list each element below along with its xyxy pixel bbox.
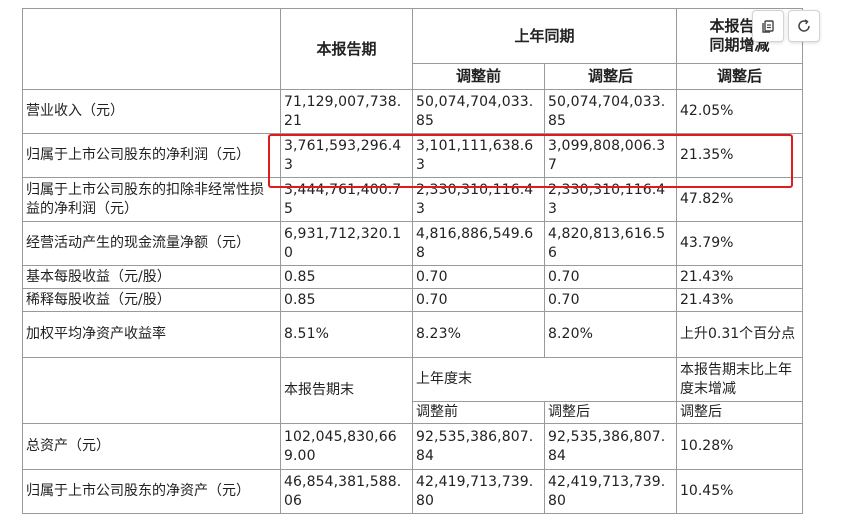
header-current-period: 本报告期	[280, 8, 413, 90]
header-empty-cell	[22, 357, 281, 424]
cell-before: 3,101,111,638.63	[412, 133, 545, 178]
cell-after: 42,419,713,739.80	[543, 469, 678, 514]
table-row: 稀释每股收益（元/股） 0.85 0.70 0.70 21.43%	[22, 288, 804, 312]
row-label: 基本每股收益（元/股）	[22, 265, 281, 289]
cell-current: 3,444,761,400.75	[280, 177, 413, 222]
cell-after: 2,330,310,116.43	[543, 177, 678, 222]
cell-current: 102,045,830,669.00	[280, 423, 413, 470]
header-adjusted: 调整后	[676, 401, 804, 424]
floating-toolbar	[752, 10, 820, 42]
cell-current: 6,931,712,320.10	[280, 221, 413, 266]
header-adjusted: 调整后	[676, 63, 804, 90]
cell-current: 0.85	[280, 265, 413, 289]
cell-change: 10.45%	[676, 469, 804, 514]
header-before-adjustment: 调整前	[412, 63, 545, 90]
header-before-adjustment: 调整前	[412, 401, 545, 424]
cell-after: 50,074,704,033.85	[543, 89, 678, 134]
cell-change: 42.05%	[676, 89, 804, 134]
row-label: 归属于上市公司股东的净资产（元）	[22, 469, 281, 514]
copy-icon	[762, 20, 774, 33]
table-row: 营业收入（元） 71,129,007,738.21 50,074,704,033…	[22, 89, 804, 134]
cell-change: 21.43%	[676, 288, 804, 312]
table-row: 加权平均净资产收益率 8.51% 8.23% 8.20% 上升0.31个百分点	[22, 311, 804, 358]
row-label: 加权平均净资产收益率	[22, 311, 281, 358]
cell-after: 92,535,386,807.84	[543, 423, 678, 470]
cell-change: 10.28%	[676, 423, 804, 470]
refresh-button[interactable]	[788, 10, 820, 42]
header-change-vs-year-end: 本报告期末比上年度末增减	[676, 357, 804, 402]
cell-after: 0.70	[543, 288, 678, 312]
copy-button[interactable]	[752, 10, 784, 42]
cell-before: 0.70	[412, 265, 545, 289]
row-label: 营业收入（元）	[22, 89, 281, 134]
cell-change: 43.79%	[676, 221, 804, 266]
row-label: 经营活动产生的现金流量净额（元）	[22, 221, 281, 266]
refresh-icon	[798, 19, 810, 32]
table-row: 总资产（元） 102,045,830,669.00 92,535,386,807…	[22, 423, 804, 470]
cell-current: 0.85	[280, 288, 413, 312]
row-label: 归属于上市公司股东的净利润（元）	[22, 133, 281, 178]
cell-change: 21.35%	[676, 133, 804, 178]
cell-after: 8.20%	[543, 311, 678, 358]
header-period-end: 本报告期末	[280, 357, 413, 424]
header-row-1: 本报告期 上年同期 本报告期 同期增减	[22, 8, 804, 90]
cell-before: 92,535,386,807.84	[412, 423, 545, 470]
cell-after: 4,820,813,616.56	[543, 221, 678, 266]
table-row: 经营活动产生的现金流量净额（元） 6,931,712,320.10 4,816,…	[22, 221, 804, 266]
cell-change: 47.82%	[676, 177, 804, 222]
cell-current: 3,761,593,296.43	[280, 133, 413, 178]
cell-current: 71,129,007,738.21	[280, 89, 413, 134]
row-label: 总资产（元）	[22, 423, 281, 470]
table-row: 基本每股收益（元/股） 0.85 0.70 0.70 21.43%	[22, 265, 804, 289]
header-prior-year-same-period: 上年同期	[411, 8, 678, 64]
header-row-3: 本报告期末 上年度末 本报告期末比上年度末增减	[22, 357, 804, 424]
cell-current: 46,854,381,588.06	[280, 469, 413, 514]
cell-before: 8.23%	[412, 311, 545, 358]
cell-after: 0.70	[543, 265, 678, 289]
cell-before: 50,074,704,033.85	[412, 89, 545, 134]
cell-current: 8.51%	[280, 311, 413, 358]
cell-before: 4,816,886,549.68	[412, 221, 545, 266]
table-row: 归属于上市公司股东的净利润（元） 3,761,593,296.43 3,101,…	[22, 133, 804, 178]
table-row: 归属于上市公司股东的净资产（元） 46,854,381,588.06 42,41…	[22, 469, 804, 514]
header-after-adjustment: 调整后	[543, 63, 678, 90]
table-row: 归属于上市公司股东的扣除非经常性损 益的净利润（元） 3,444,761,400…	[22, 177, 804, 222]
row-label: 稀释每股收益（元/股）	[22, 288, 281, 312]
cell-change: 上升0.31个百分点	[676, 311, 804, 358]
cell-before: 2,330,310,116.43	[412, 177, 545, 222]
row-label: 归属于上市公司股东的扣除非经常性损 益的净利润（元）	[22, 177, 281, 222]
cell-before: 0.70	[412, 288, 545, 312]
cell-before: 42,419,713,739.80	[412, 469, 545, 514]
header-empty-cell	[22, 8, 281, 90]
financial-summary-table: 本报告期 上年同期 本报告期 同期增减 调整前 调整后 调整后 营业收入（元） …	[22, 8, 804, 514]
header-after-adjustment: 调整后	[543, 401, 678, 424]
cell-change: 21.43%	[676, 265, 804, 289]
header-prior-year-end: 上年度末	[411, 357, 678, 402]
cell-after: 3,099,808,006.37	[543, 133, 678, 178]
